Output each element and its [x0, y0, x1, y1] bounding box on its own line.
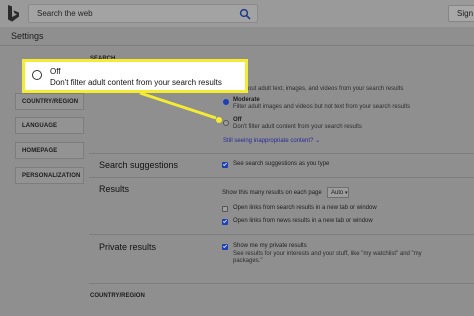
open-news-links-option[interactable]: Open links from news results in a new ta… — [233, 218, 373, 225]
search-box[interactable]: Search the web — [28, 4, 258, 23]
open-search-links-checkbox[interactable] — [222, 206, 228, 212]
off-option-callout: Off Don't filter adult content from your… — [22, 59, 248, 93]
page-title: Settings — [11, 31, 44, 41]
search-suggestions-label: Search suggestions — [99, 160, 179, 170]
moderate-label[interactable]: Moderate — [233, 97, 260, 104]
private-results-description-line2: packages." — [233, 258, 263, 264]
results-per-page-select[interactable]: Auto ▾ — [327, 187, 349, 198]
radio-moderate[interactable] — [223, 99, 229, 105]
chevron-down-icon: ⌄ — [315, 138, 321, 144]
callout-title: Off — [50, 67, 61, 76]
nav-item-personalization[interactable]: PERSONALIZATION — [15, 167, 84, 184]
inappropriate-content-link[interactable]: Still seeing inappropriate content? ⌄ — [223, 137, 320, 144]
strict-description: Filter out adult text, images, and video… — [233, 86, 404, 92]
sign-in-button[interactable]: Sign in — [448, 5, 474, 22]
nav-item-language[interactable]: LANGUAGE — [15, 117, 84, 134]
section-divider — [89, 234, 474, 235]
header-divider — [0, 45, 474, 46]
search-suggestions-checkbox[interactable] — [222, 162, 228, 168]
open-search-links-option[interactable]: Open links from search results in a new … — [233, 205, 377, 212]
search-suggestions-option[interactable]: See search suggestions as you type — [233, 161, 329, 168]
private-results-description-line1: See results for your interests and your … — [233, 251, 422, 257]
top-bar: Search the web Sign in — [0, 0, 474, 27]
private-results-label: Private results — [99, 242, 157, 252]
select-arrow-icon: ▾ — [345, 190, 348, 196]
results-per-page-label: Show this many results on each page — [222, 190, 322, 196]
section-divider — [89, 283, 474, 284]
radio-off[interactable] — [223, 120, 229, 126]
results-label: Results — [99, 184, 130, 194]
nav-item-country-region[interactable]: COUNTRY/REGION — [15, 93, 84, 110]
off-label[interactable]: Off — [233, 117, 242, 124]
section-divider — [89, 177, 474, 178]
callout-radio-icon — [32, 70, 42, 80]
nav-item-homepage[interactable]: HOMEPAGE — [15, 142, 84, 159]
callout-subtitle: Don't filter adult content from your sea… — [50, 78, 222, 87]
off-description: Don't filter adult content from your sea… — [233, 124, 362, 130]
private-results-checkbox[interactable] — [222, 244, 228, 250]
section-header-country-region: COUNTRY/REGION — [90, 293, 145, 299]
bing-logo-icon[interactable] — [6, 4, 20, 23]
private-results-option[interactable]: Show me my private results — [233, 243, 307, 250]
search-icon[interactable] — [239, 8, 251, 20]
inappropriate-link-text[interactable]: Still seeing inappropriate content? — [223, 138, 313, 144]
search-input[interactable]: Search the web — [37, 9, 93, 18]
moderate-description: Filter adult images and videos but not t… — [233, 104, 411, 110]
open-news-links-checkbox[interactable] — [222, 219, 228, 225]
section-divider — [89, 153, 474, 154]
results-per-page-value: Auto — [331, 190, 344, 196]
